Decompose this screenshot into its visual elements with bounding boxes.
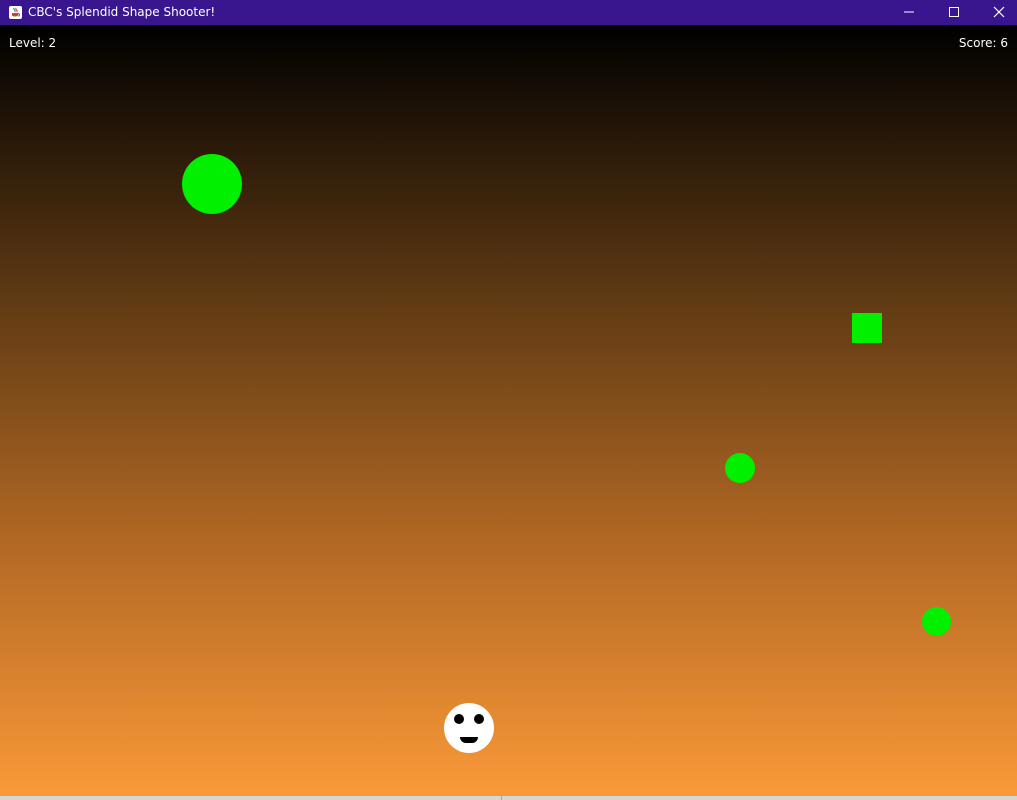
game-playfield[interactable]: Level: 2 Score: 6 (0, 25, 1017, 796)
green-square-target (852, 313, 882, 343)
bottom-border-divider (501, 796, 502, 800)
bottom-border (0, 796, 1017, 800)
close-button[interactable] (976, 0, 1017, 25)
green-circle-target-small (922, 607, 951, 636)
score-label: Score: 6 (958, 36, 1008, 50)
player-smile (460, 737, 478, 743)
minimize-button[interactable] (886, 0, 931, 25)
window-title: CBC's Splendid Shape Shooter! (28, 5, 216, 19)
green-circle-target-large (182, 154, 242, 214)
java-cup-icon (8, 5, 23, 20)
player-right-eye (474, 714, 484, 724)
player-left-eye (454, 714, 464, 724)
maximize-button[interactable] (931, 0, 976, 25)
green-circle-target-medium (725, 453, 755, 483)
close-icon (993, 3, 1005, 22)
player-smiley (444, 703, 494, 753)
minimize-icon (903, 3, 915, 22)
game-window: CBC's Splendid Shape Shooter! Level: 2 S… (0, 0, 1017, 800)
window-title-bar[interactable]: CBC's Splendid Shape Shooter! (0, 0, 1017, 25)
maximize-icon (948, 3, 960, 22)
level-label: Level: 2 (9, 36, 57, 50)
